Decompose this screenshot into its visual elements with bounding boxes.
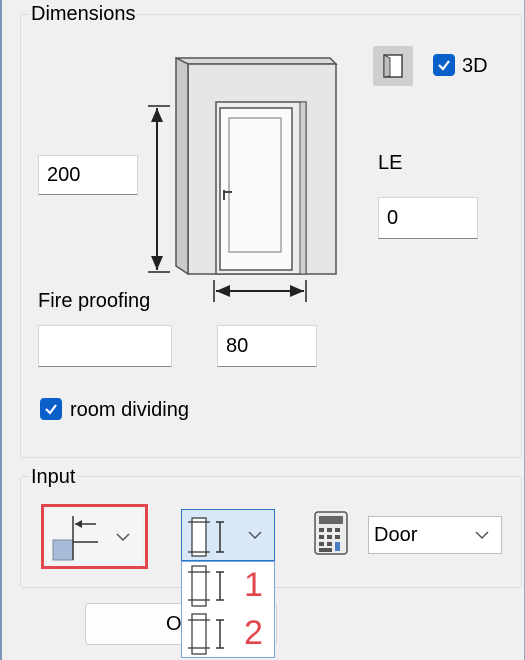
placement-mode-highlight xyxy=(41,504,148,569)
offset-mode-select[interactable] xyxy=(181,509,275,561)
window-left-edge xyxy=(0,0,8,660)
view-toggle-button[interactable] xyxy=(373,46,413,86)
offset-mode-icon xyxy=(188,517,224,557)
calculator-icon xyxy=(314,511,348,555)
dropdown-option-2[interactable]: 2 xyxy=(182,612,274,656)
3d-label: 3D xyxy=(462,55,488,77)
3d-checkbox[interactable] xyxy=(433,54,455,76)
room-dividing-label: room dividing xyxy=(70,399,189,421)
input-title: Input xyxy=(29,466,78,489)
fire-proofing-input[interactable] xyxy=(38,325,172,367)
calculator-button[interactable] xyxy=(312,510,350,556)
dimensions-title: Dimensions xyxy=(29,3,138,26)
dropdown-option-number: 1 xyxy=(244,566,263,604)
height-input[interactable]: 200 xyxy=(38,155,138,195)
fire-proofing-label: Fire proofing xyxy=(38,290,151,312)
le-label: LE xyxy=(378,152,403,174)
width-input[interactable]: 80 xyxy=(217,325,317,367)
height-dimension-arrow xyxy=(148,105,170,273)
door-view-icon xyxy=(383,54,403,78)
checkmark-icon xyxy=(438,60,450,71)
offset-option-icon xyxy=(188,565,224,607)
element-type-value: Door xyxy=(374,524,418,546)
room-dividing-checkbox[interactable] xyxy=(40,398,62,420)
checkmark-icon xyxy=(45,404,57,415)
element-type-select[interactable]: Door xyxy=(368,516,502,554)
chevron-down-icon xyxy=(248,531,262,540)
chevron-down-icon xyxy=(475,531,489,540)
dropdown-option-1[interactable]: 1 xyxy=(182,564,274,608)
offset-option-icon xyxy=(188,613,224,655)
offset-mode-dropdown-list: 1 2 xyxy=(181,561,275,658)
dropdown-option-number: 2 xyxy=(244,614,263,652)
le-input[interactable]: 0 xyxy=(378,197,478,239)
width-dimension-arrow xyxy=(213,280,307,302)
